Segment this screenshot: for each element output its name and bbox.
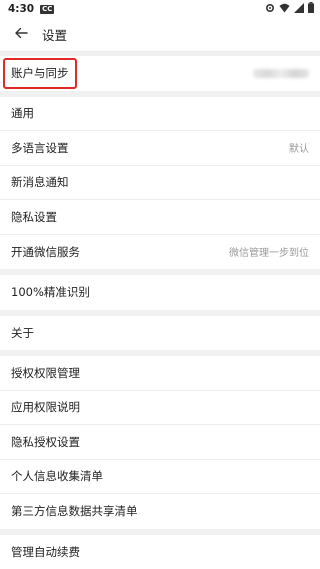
settings-item-label: 个人信息收集清单: [11, 469, 103, 484]
settings-item-accurate-recognition[interactable]: 100%精准识别: [0, 275, 320, 310]
signal-icon: [294, 2, 304, 16]
blurred-account-value: [253, 68, 309, 78]
app-bar: 设置: [0, 18, 320, 52]
wifi-icon: [279, 3, 290, 16]
settings-item-label: 账户与同步: [11, 66, 69, 81]
settings-group-general: 通用 多语言设置 默认 新消息通知 隐私设置 开通微信服务 微信管理一步到位: [0, 96, 320, 270]
back-button[interactable]: [10, 24, 32, 46]
page-title: 设置: [42, 28, 68, 43]
settings-item-label: 100%精准识别: [11, 285, 90, 300]
settings-item-label: 新消息通知: [11, 175, 69, 190]
settings-item-label: 应用权限说明: [11, 400, 80, 415]
settings-item-label: 隐私设置: [11, 209, 57, 224]
status-time: 4:30: [8, 3, 35, 15]
settings-item-account-sync[interactable]: 账户与同步: [0, 56, 320, 91]
settings-item-personal-info-list[interactable]: 个人信息收集清单: [0, 460, 320, 494]
settings-item-language[interactable]: 多语言设置 默认: [0, 131, 320, 166]
settings-item-third-party-sharing[interactable]: 第三方信息数据共享清单: [0, 494, 320, 529]
settings-group-about: 关于: [0, 315, 320, 351]
settings-item-privacy-authorization[interactable]: 隐私授权设置: [0, 425, 320, 460]
settings-item-general[interactable]: 通用: [0, 97, 320, 131]
cc-notification-icon: CC: [40, 4, 55, 14]
settings-group-subscription: 管理自动续费: [0, 534, 320, 569]
settings-item-value: 默认: [289, 144, 309, 156]
settings-group-permissions: 授权权限管理 应用权限说明 隐私授权设置 个人信息收集清单 第三方信息数据共享清…: [0, 356, 320, 529]
status-bar: 4:30 CC: [0, 0, 320, 18]
settings-item-label: 通用: [11, 106, 34, 121]
battery-icon: [308, 2, 314, 16]
settings-gear-icon: [265, 3, 275, 16]
settings-item-label: 关于: [11, 325, 34, 340]
settings-item-label: 隐私授权设置: [11, 434, 80, 449]
settings-item-app-permission-info[interactable]: 应用权限说明: [0, 391, 320, 425]
settings-item-value: 微信管理一步到位: [229, 248, 309, 260]
settings-item-auto-renewal[interactable]: 管理自动续费: [0, 535, 320, 569]
settings-item-wechat-service[interactable]: 开通微信服务 微信管理一步到位: [0, 235, 320, 270]
settings-group-recognition: 100%精准识别: [0, 275, 320, 310]
status-right-icons: [265, 2, 314, 16]
settings-item-permission-management[interactable]: 授权权限管理: [0, 356, 320, 391]
settings-item-label: 授权权限管理: [11, 365, 80, 380]
settings-item-label: 管理自动续费: [11, 544, 80, 559]
arrow-left-icon: [14, 25, 28, 44]
settings-group-account: 账户与同步: [0, 56, 320, 91]
settings-item-label: 多语言设置: [11, 140, 69, 155]
settings-item-notifications[interactable]: 新消息通知: [0, 166, 320, 200]
status-left-icons: CC: [40, 4, 55, 14]
settings-item-about[interactable]: 关于: [0, 316, 320, 351]
settings-item-label: 第三方信息数据共享清单: [11, 504, 138, 519]
settings-item-label: 开通微信服务: [11, 244, 80, 259]
settings-item-privacy[interactable]: 隐私设置: [0, 200, 320, 235]
